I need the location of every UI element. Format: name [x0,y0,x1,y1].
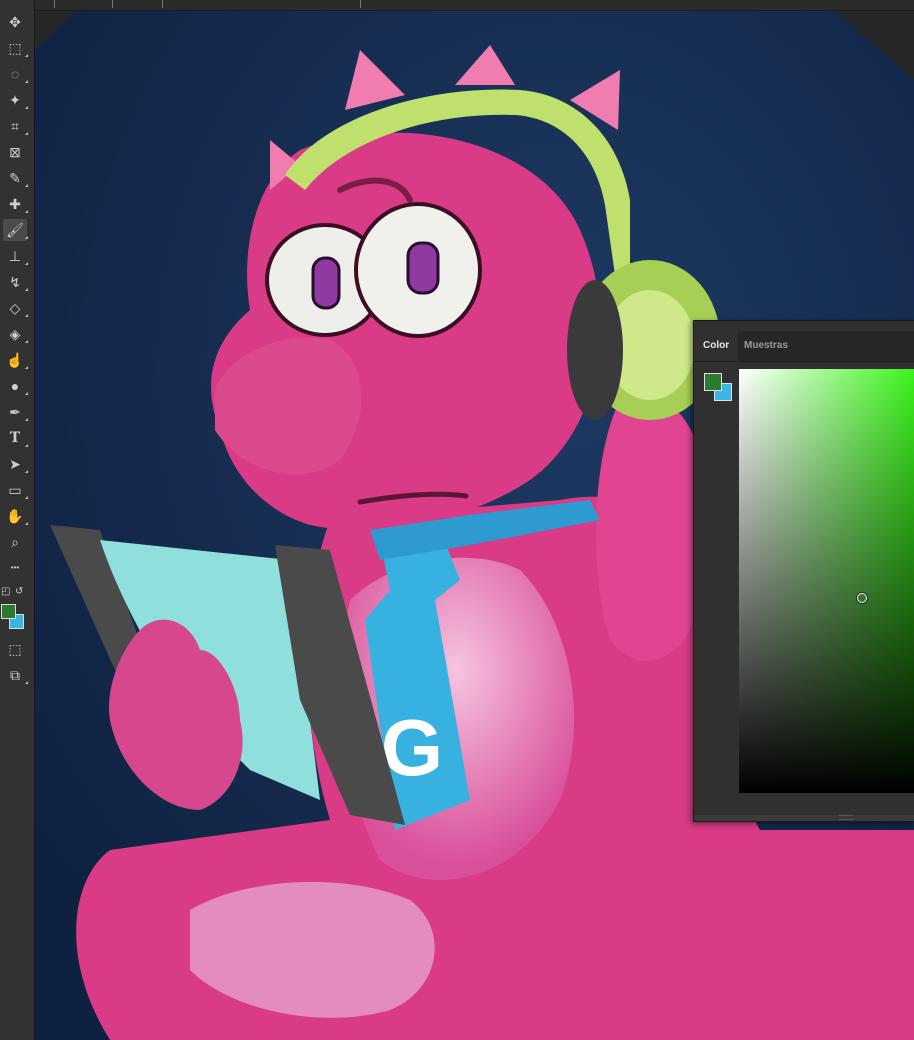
default-colors-icon[interactable]: ◰ [1,587,10,597]
screen-mode-icon: ⧉ [10,667,20,683]
healing-brush-tool[interactable]: ✚ [3,193,28,215]
shape-tool[interactable]: ▭ [3,479,28,501]
flyout-indicator-icon [25,470,28,473]
paint-bucket-tool[interactable]: ◈ [3,323,28,345]
tab-divider [54,0,55,8]
tab-muestras[interactable]: Muestras [735,331,797,361]
magic-wand-tool[interactable]: ✦ [3,89,28,111]
zoom-tool[interactable]: ⌕ [3,531,27,553]
smudge-tool[interactable]: ☝ [3,349,28,371]
options-bar [34,0,914,11]
flyout-indicator-icon [25,132,28,135]
zoom-icon: ⌕ [11,534,19,550]
color-picker-field[interactable] [739,369,914,793]
color-panel: Color Muestras [693,320,914,822]
type-icon: T [9,430,21,446]
quick-mask-icon: ⬚ [8,641,22,657]
rectangle-icon: ▭ [8,482,22,498]
flyout-indicator-icon [25,366,28,369]
headphone-pad [567,280,623,420]
flyout-indicator-icon [25,392,28,395]
resize-grip-icon[interactable] [839,815,853,820]
more-tools[interactable]: ••• [3,557,27,579]
hand-tool[interactable]: ✋ [3,505,28,527]
paint-bucket-icon: ◈ [9,326,21,342]
marquee-tool[interactable]: ⬚ [3,37,28,59]
panel-foreground-swatch[interactable] [704,373,722,391]
stamp-tool[interactable]: ⊥ [3,245,28,267]
frame-icon: ⊠ [9,144,21,160]
flyout-indicator-icon [25,54,28,57]
eyedropper-tool[interactable]: ✎ [3,167,28,189]
character-arm-right [596,394,700,661]
tab-divider [360,0,361,8]
crop-icon: ⌗ [11,118,19,134]
stamp-icon: ⊥ [8,248,22,264]
lasso-tool[interactable]: ◌ [3,63,28,85]
flyout-indicator-icon [25,444,28,447]
eraser-tool[interactable]: ◇ [3,297,28,319]
eyedropper-icon: ✎ [9,170,21,186]
tab-divider [162,0,163,8]
arrow-cursor-icon: ➤ [9,456,21,472]
flyout-indicator-icon [25,288,28,291]
dodge-icon: ● [10,378,20,394]
frame-tool[interactable]: ⊠ [3,141,27,163]
pupil-right [406,241,440,295]
color-picker-cursor[interactable] [857,592,868,603]
flyout-indicator-icon [25,496,28,499]
bandage-icon: ✚ [9,196,21,212]
eraser-icon: ◇ [9,300,21,316]
flyout-indicator-icon [25,210,28,213]
path-selection-tool[interactable]: ➤ [3,453,28,475]
crop-tool[interactable]: ⌗ [3,115,28,137]
flyout-indicator-icon [25,522,28,525]
tab-color[interactable]: Color [694,331,739,361]
move-tool[interactable]: ✥ [3,11,27,33]
flyout-indicator-icon [25,184,28,187]
flyout-indicator-icon [25,314,28,317]
tools-panel: ◰ ↺ ✥ ⬚ ◌ ✦ ⌗ ⊠ ✎ ✚ 🖌 ⊥ ↯ ◇ ◈ ☝ ● ✒ T ➤ ▭ ✋ ⌕ ••• ⬚ ⧉ [0,0,35,1040]
brush-icon: 🖌 [6,222,24,238]
smudge-icon: ☝ [6,352,24,368]
flyout-indicator-icon [25,340,28,343]
pupil-left [311,256,341,310]
history-brush-icon: ↯ [9,274,21,290]
hand-icon: ✋ [6,508,24,524]
history-brush-tool[interactable]: ↯ [3,271,28,293]
move-icon: ✥ [9,14,21,30]
dodge-tool[interactable]: ● [3,375,28,397]
quick-mask[interactable]: ⬚ [3,638,27,660]
type-tool[interactable]: T [3,427,28,449]
foreground-color-swatch[interactable] [1,604,16,619]
tab-divider [112,0,113,8]
panel-resize-bar[interactable] [694,815,914,821]
flyout-indicator-icon [25,681,28,684]
lasso-icon: ◌ [10,66,20,82]
panel-tab-bar: Color Muestras [694,331,914,362]
swap-colors-icon[interactable]: ↺ [15,587,23,597]
ellipsis-icon: ••• [10,563,20,572]
flyout-indicator-icon [25,262,28,265]
magic-wand-icon: ✦ [9,92,21,108]
flyout-indicator-icon [25,106,28,109]
screen-mode[interactable]: ⧉ [3,664,28,686]
flyout-indicator-icon [25,80,28,83]
flyout-indicator-icon [25,236,28,239]
flyout-indicator-icon [25,418,28,421]
brush-tool[interactable]: 🖌 [3,219,28,241]
pen-tool[interactable]: ✒ [3,401,28,423]
rectangular-marquee-icon: ⬚ [8,40,22,56]
pen-icon: ✒ [9,404,21,420]
